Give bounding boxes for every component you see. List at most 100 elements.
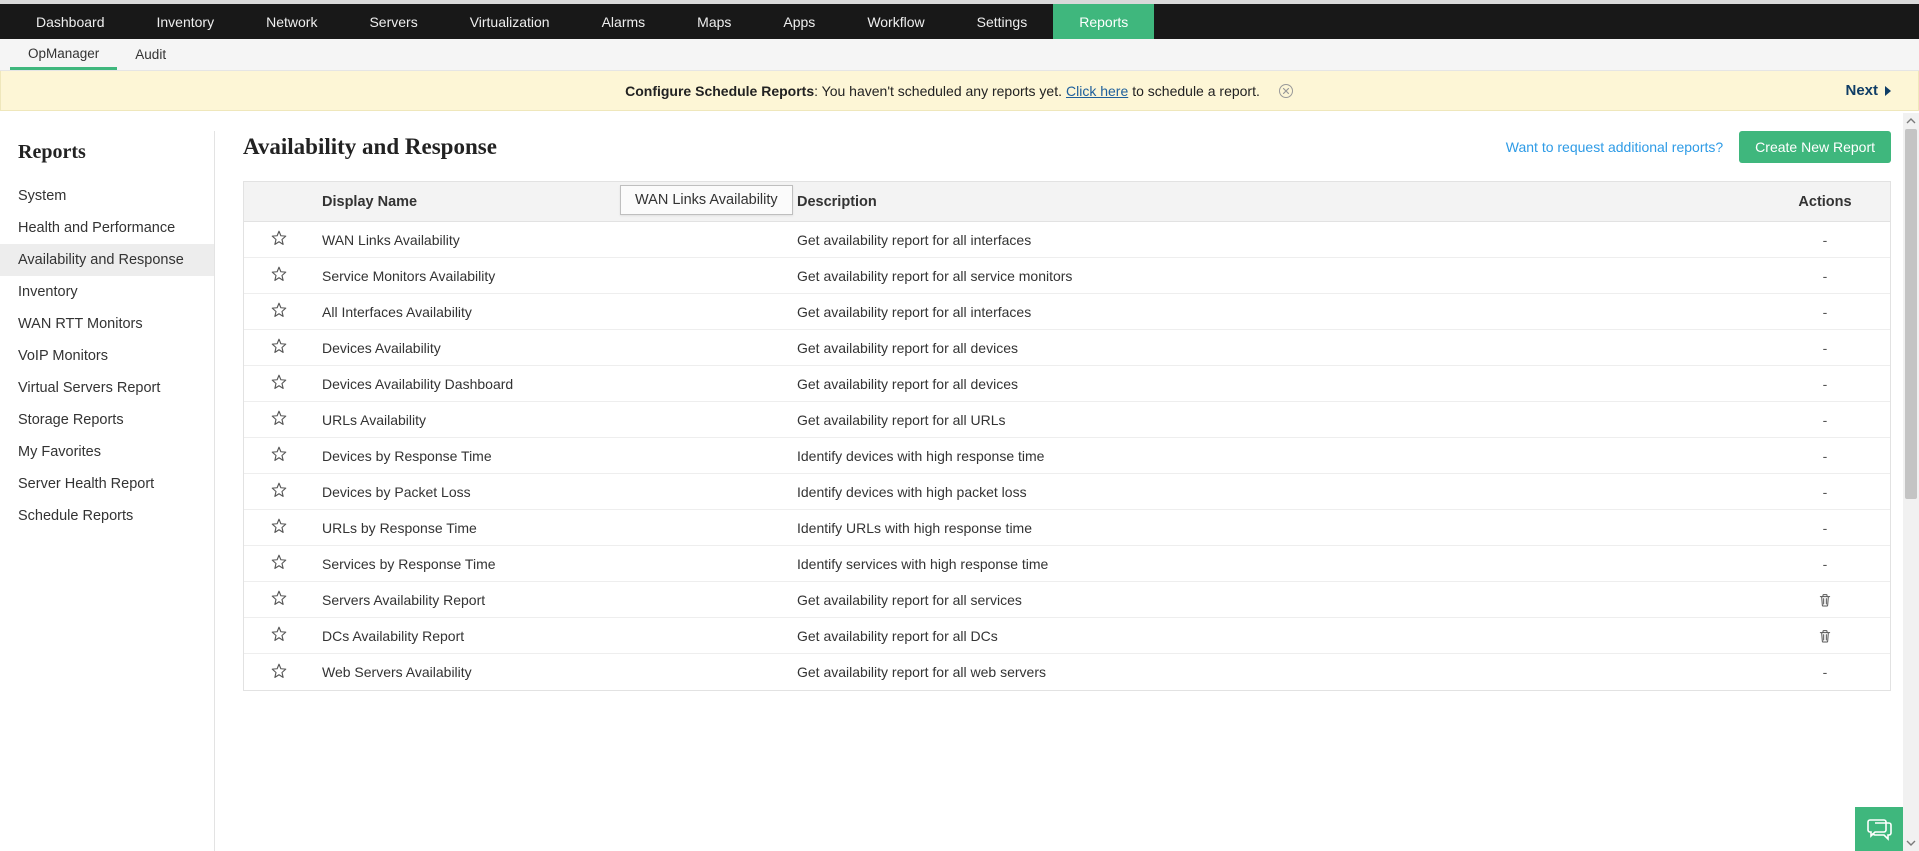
no-action: - — [1823, 556, 1828, 572]
report-name[interactable]: Devices by Packet Loss — [314, 484, 789, 500]
star-icon[interactable] — [270, 589, 288, 607]
nav-item-virtualization[interactable]: Virtualization — [444, 4, 576, 39]
table-header-display-name[interactable]: Display Name — [314, 194, 789, 210]
scroll-track[interactable] — [1903, 129, 1919, 835]
no-action: - — [1823, 484, 1828, 500]
report-name[interactable]: WAN Links Availability — [314, 232, 789, 248]
chat-button[interactable] — [1855, 807, 1903, 851]
star-icon[interactable] — [270, 481, 288, 499]
report-description: Get availability report for all interfac… — [789, 232, 1760, 248]
sidebar-item-system[interactable]: System — [0, 180, 214, 212]
nav-item-alarms[interactable]: Alarms — [576, 4, 672, 39]
no-action: - — [1823, 268, 1828, 284]
report-name[interactable]: URLs Availability — [314, 412, 789, 428]
star-icon[interactable] — [270, 662, 288, 680]
nav-item-servers[interactable]: Servers — [343, 4, 443, 39]
vertical-scrollbar[interactable] — [1903, 113, 1919, 851]
table-row[interactable]: Services by Response TimeIdentify servic… — [244, 546, 1890, 582]
reports-sidebar: Reports SystemHealth and PerformanceAvai… — [0, 131, 215, 851]
delete-button[interactable] — [1817, 628, 1833, 644]
sidebar-item-my-favorites[interactable]: My Favorites — [0, 436, 214, 468]
report-name[interactable]: Web Servers Availability — [314, 664, 789, 680]
report-name[interactable]: URLs by Response Time — [314, 520, 789, 536]
report-description: Get availability report for all web serv… — [789, 664, 1760, 680]
report-description: Identify services with high response tim… — [789, 556, 1760, 572]
sidebar-item-schedule-reports[interactable]: Schedule Reports — [0, 500, 214, 532]
table-row[interactable]: Devices Availability DashboardGet availa… — [244, 366, 1890, 402]
report-description: Identify devices with high response time — [789, 448, 1760, 464]
sidebar-item-health-and-performance[interactable]: Health and Performance — [0, 212, 214, 244]
table-row[interactable]: Devices by Packet LossIdentify devices w… — [244, 474, 1890, 510]
sidebar-item-inventory[interactable]: Inventory — [0, 276, 214, 308]
create-new-report-button[interactable]: Create New Report — [1739, 131, 1891, 163]
sub-tab-opmanager[interactable]: OpManager — [10, 39, 117, 70]
sidebar-item-availability-and-response[interactable]: Availability and Response — [0, 244, 214, 276]
star-icon[interactable] — [270, 445, 288, 463]
banner-text-after: to schedule a report. — [1132, 83, 1260, 99]
report-name[interactable]: Devices Availability Dashboard — [314, 376, 789, 392]
sidebar-item-virtual-servers-report[interactable]: Virtual Servers Report — [0, 372, 214, 404]
table-row[interactable]: All Interfaces AvailabilityGet availabil… — [244, 294, 1890, 330]
table-row[interactable]: DCs Availability ReportGet availability … — [244, 618, 1890, 654]
delete-button[interactable] — [1817, 592, 1833, 608]
schedule-banner: Configure Schedule Reports: You haven't … — [0, 71, 1919, 111]
table-row[interactable]: Devices AvailabilityGet availability rep… — [244, 330, 1890, 366]
table-header-row: Display Name Description Actions — [244, 182, 1890, 222]
sidebar-item-server-health-report[interactable]: Server Health Report — [0, 468, 214, 500]
scroll-up-arrow[interactable] — [1903, 113, 1919, 129]
nav-item-inventory[interactable]: Inventory — [131, 4, 241, 39]
report-name[interactable]: Service Monitors Availability — [314, 268, 789, 284]
sub-tab-audit[interactable]: Audit — [117, 39, 184, 70]
table-row[interactable]: Service Monitors AvailabilityGet availab… — [244, 258, 1890, 294]
nav-item-workflow[interactable]: Workflow — [841, 4, 950, 39]
table-row[interactable]: URLs AvailabilityGet availability report… — [244, 402, 1890, 438]
report-name[interactable]: Devices by Response Time — [314, 448, 789, 464]
banner-click-here-link[interactable]: Click here — [1066, 83, 1128, 99]
report-name[interactable]: DCs Availability Report — [314, 628, 789, 644]
banner-text-before: : You haven't scheduled any reports yet. — [814, 83, 1062, 99]
star-icon[interactable] — [270, 265, 288, 283]
star-icon[interactable] — [270, 301, 288, 319]
sidebar-item-storage-reports[interactable]: Storage Reports — [0, 404, 214, 436]
nav-item-settings[interactable]: Settings — [951, 4, 1054, 39]
report-description: Identify devices with high packet loss — [789, 484, 1760, 500]
table-row[interactable]: URLs by Response TimeIdentify URLs with … — [244, 510, 1890, 546]
sub-nav: OpManagerAudit — [0, 39, 1919, 71]
nav-item-network[interactable]: Network — [240, 4, 343, 39]
star-icon[interactable] — [270, 373, 288, 391]
banner-lead: Configure Schedule Reports — [625, 83, 814, 99]
star-icon[interactable] — [270, 517, 288, 535]
nav-item-dashboard[interactable]: Dashboard — [10, 4, 131, 39]
table-row[interactable]: Devices by Response TimeIdentify devices… — [244, 438, 1890, 474]
banner-close-button[interactable] — [1278, 83, 1294, 99]
table-row[interactable]: WAN Links AvailabilityGet availability r… — [244, 222, 1890, 258]
report-name[interactable]: Servers Availability Report — [314, 592, 789, 608]
star-icon[interactable] — [270, 229, 288, 247]
chevron-down-icon — [1906, 839, 1916, 847]
nav-item-apps[interactable]: Apps — [757, 4, 841, 39]
star-icon[interactable] — [270, 337, 288, 355]
report-name[interactable]: All Interfaces Availability — [314, 304, 789, 320]
table-row[interactable]: Servers Availability ReportGet availabil… — [244, 582, 1890, 618]
star-icon[interactable] — [270, 553, 288, 571]
table-row[interactable]: Web Servers AvailabilityGet availability… — [244, 654, 1890, 690]
close-icon — [1278, 83, 1294, 99]
request-reports-link[interactable]: Want to request additional reports? — [1506, 139, 1723, 155]
report-description: Get availability report for all devices — [789, 340, 1760, 356]
star-icon[interactable] — [270, 409, 288, 427]
sidebar-item-wan-rtt-monitors[interactable]: WAN RTT Monitors — [0, 308, 214, 340]
report-description: Get availability report for all services — [789, 592, 1760, 608]
sidebar-item-voip-monitors[interactable]: VoIP Monitors — [0, 340, 214, 372]
scroll-down-arrow[interactable] — [1903, 835, 1919, 851]
report-name[interactable]: Services by Response Time — [314, 556, 789, 572]
no-action: - — [1823, 304, 1828, 320]
nav-item-maps[interactable]: Maps — [671, 4, 757, 39]
banner-next-button[interactable]: Next — [1845, 82, 1894, 99]
nav-item-reports[interactable]: Reports — [1053, 4, 1154, 39]
scroll-thumb[interactable] — [1905, 129, 1917, 499]
star-icon[interactable] — [270, 625, 288, 643]
table-header-description[interactable]: Description — [789, 194, 1760, 210]
report-name[interactable]: Devices Availability — [314, 340, 789, 356]
chat-icon — [1866, 817, 1892, 841]
page-header: Availability and Response Want to reques… — [243, 131, 1891, 163]
